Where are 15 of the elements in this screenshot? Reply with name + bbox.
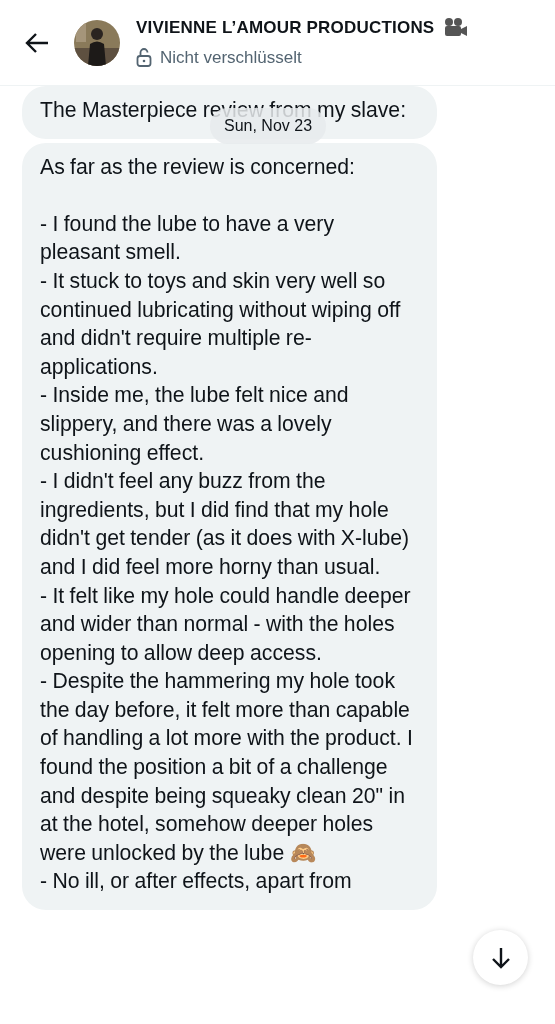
unlocked-padlock-icon — [136, 47, 152, 68]
message-text: - I didn't feel any buzz from the ingredients, but I did find that my hole didn't get tender (as it does with X-lube) and I did feel more horny than usual. — [40, 468, 411, 581]
camera-icon — [442, 16, 469, 39]
encryption-status: Nicht verschlüsselt — [160, 46, 302, 69]
message-text: - It stuck to toys and skin very well so continued lubricating without wiping off and didn't require multiple re-applications. — [40, 267, 402, 381]
contact-name: VIVIENNE L’AMOUR PRODUCTIONS — [136, 17, 435, 39]
message-text: As far as the review is concerned: — [40, 153, 356, 180]
message-text: - It felt like my hole could handle deeper and wider than normal - with the holes opening to allow deep access. — [40, 582, 412, 667]
back-arrow-icon[interactable] — [24, 31, 50, 54]
message-text: - Despite the hammering my hole took the day before, it felt more than capable of handling a lot more with the product. I found the position a bit of a challenge and despite being squeaky clean 20" in at the hotel, somehow deeper holes were unlocked by the lube 🙈 — [40, 668, 414, 867]
scroll-down-button[interactable] — [473, 930, 528, 985]
down-arrow-icon — [490, 945, 511, 970]
message-text: - I found the lube to have a very pleasant smell. — [40, 210, 335, 266]
message-text: - Inside me, the lube felt nice and slippery, and there was a lovely cushioning effect. — [40, 382, 350, 467]
message-text: - No ill, or after effects, apart from — [40, 868, 353, 895]
